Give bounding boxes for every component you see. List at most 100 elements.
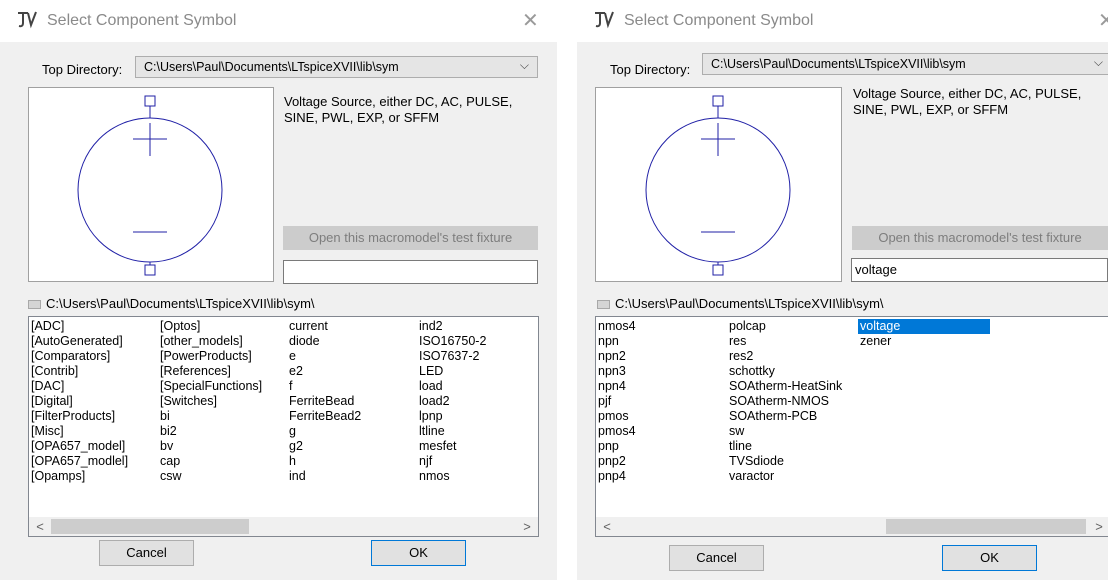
open-test-fixture-button[interactable]: Open this macromodel's test fixture bbox=[852, 226, 1108, 250]
list-item[interactable]: varactor bbox=[729, 469, 842, 484]
list-item[interactable]: bi2 bbox=[160, 424, 262, 439]
list-item[interactable]: [Comparators] bbox=[31, 349, 128, 364]
scrollbar-thumb[interactable] bbox=[51, 519, 249, 534]
list-item[interactable]: load bbox=[419, 379, 486, 394]
scroll-right-icon[interactable]: > bbox=[1090, 517, 1108, 536]
list-item[interactable]: [Contrib] bbox=[31, 364, 128, 379]
list-item[interactable]: schottky bbox=[729, 364, 842, 379]
list-item[interactable]: SOAtherm-NMOS bbox=[729, 394, 842, 409]
list-item[interactable]: load2 bbox=[419, 394, 486, 409]
list-item-selected[interactable]: voltage bbox=[858, 319, 990, 334]
chevron-down-icon[interactable]: ⌵ bbox=[520, 58, 529, 73]
cancel-button[interactable]: Cancel bbox=[99, 540, 194, 566]
list-item[interactable]: bi bbox=[160, 409, 262, 424]
list-item[interactable]: npn3 bbox=[598, 364, 636, 379]
symbol-search-input[interactable]: voltage bbox=[851, 258, 1108, 282]
ltspice-app-icon bbox=[18, 11, 37, 29]
list-item[interactable]: res2 bbox=[729, 349, 842, 364]
list-item[interactable]: TVSdiode bbox=[729, 454, 842, 469]
symbol-list[interactable]: [ADC] [AutoGenerated] [Comparators] [Con… bbox=[28, 316, 539, 537]
list-item[interactable]: [Switches] bbox=[160, 394, 262, 409]
list-item[interactable]: pmos bbox=[598, 409, 636, 424]
list-item[interactable]: [FilterProducts] bbox=[31, 409, 128, 424]
list-item[interactable]: e2 bbox=[289, 364, 361, 379]
list-item[interactable]: g2 bbox=[289, 439, 361, 454]
list-item[interactable]: pnp2 bbox=[598, 454, 636, 469]
list-item[interactable]: lpnp bbox=[419, 409, 486, 424]
list-item[interactable]: [OPA657_modlel] bbox=[31, 454, 128, 469]
window-title: Select Component Symbol bbox=[47, 12, 237, 29]
list-item[interactable]: g bbox=[289, 424, 361, 439]
scroll-left-icon[interactable]: < bbox=[598, 517, 616, 536]
ok-button[interactable]: OK bbox=[371, 540, 466, 566]
list-item[interactable]: nmos4 bbox=[598, 319, 636, 334]
list-item[interactable]: [DAC] bbox=[31, 379, 128, 394]
list-item[interactable]: nmos bbox=[419, 469, 486, 484]
list-item[interactable]: npn bbox=[598, 334, 636, 349]
list-item[interactable]: FerriteBead bbox=[289, 394, 361, 409]
close-icon[interactable]: ✕ bbox=[522, 8, 539, 33]
scroll-right-icon[interactable]: > bbox=[518, 517, 536, 536]
close-icon[interactable]: ✕ bbox=[1098, 8, 1108, 33]
symbol-list[interactable]: nmos4 npn npn2 npn3 npn4 pjf pmos pmos4 … bbox=[595, 316, 1108, 537]
list-item[interactable]: h bbox=[289, 454, 361, 469]
list-item[interactable]: ind bbox=[289, 469, 361, 484]
top-directory-value: C:\Users\Paul\Documents\LTspiceXVII\lib\… bbox=[144, 60, 399, 74]
list-item[interactable]: f bbox=[289, 379, 361, 394]
list-item[interactable]: pjf bbox=[598, 394, 636, 409]
list-item[interactable]: pnp4 bbox=[598, 469, 636, 484]
list-item[interactable]: [References] bbox=[160, 364, 262, 379]
list-item[interactable]: e bbox=[289, 349, 361, 364]
list-item[interactable]: polcap bbox=[729, 319, 842, 334]
scrollbar-thumb[interactable] bbox=[886, 519, 1086, 534]
list-item[interactable]: [Misc] bbox=[31, 424, 128, 439]
current-path-text: C:\Users\Paul\Documents\LTspiceXVII\lib\… bbox=[615, 296, 884, 311]
list-item[interactable]: [SpecialFunctions] bbox=[160, 379, 262, 394]
list-item[interactable]: npn2 bbox=[598, 349, 636, 364]
list-item[interactable]: current bbox=[289, 319, 361, 334]
list-item[interactable]: FerriteBead2 bbox=[289, 409, 361, 424]
list-item[interactable]: ind2 bbox=[419, 319, 486, 334]
list-item[interactable]: csw bbox=[160, 469, 262, 484]
list-item[interactable]: diode bbox=[289, 334, 361, 349]
scroll-left-icon[interactable]: < bbox=[31, 517, 49, 536]
list-item[interactable]: sw bbox=[729, 424, 842, 439]
list-item[interactable]: [other_models] bbox=[160, 334, 262, 349]
voltage-source-symbol bbox=[77, 95, 223, 276]
list-item[interactable]: [ADC] bbox=[31, 319, 128, 334]
list-item[interactable]: mesfet bbox=[419, 439, 486, 454]
list-item[interactable]: SOAtherm-PCB bbox=[729, 409, 842, 424]
open-test-fixture-button[interactable]: Open this macromodel's test fixture bbox=[283, 226, 538, 250]
list-item[interactable]: ISO7637-2 bbox=[419, 349, 486, 364]
symbol-search-input[interactable] bbox=[283, 260, 538, 284]
dialog-right: Select Component Symbol ✕ Top Directory:… bbox=[577, 0, 1108, 580]
list-item[interactable]: [Digital] bbox=[31, 394, 128, 409]
chevron-down-icon[interactable]: ⌵ bbox=[1094, 55, 1103, 70]
list-item[interactable]: npn4 bbox=[598, 379, 636, 394]
horizontal-scrollbar[interactable]: < > bbox=[596, 517, 1108, 536]
list-item[interactable]: bv bbox=[160, 439, 262, 454]
list-item[interactable]: [PowerProducts] bbox=[160, 349, 262, 364]
list-item[interactable]: [Opamps] bbox=[31, 469, 128, 484]
list-item[interactable]: [OPA657_model] bbox=[31, 439, 128, 454]
top-directory-dropdown[interactable]: C:\Users\Paul\Documents\LTspiceXVII\lib\… bbox=[135, 56, 538, 78]
list-item[interactable]: [AutoGenerated] bbox=[31, 334, 128, 349]
top-directory-dropdown[interactable]: C:\Users\Paul\Documents\LTspiceXVII\lib\… bbox=[702, 53, 1108, 75]
symbol-preview bbox=[28, 87, 274, 282]
list-item[interactable]: zener bbox=[858, 334, 990, 349]
ok-button[interactable]: OK bbox=[942, 545, 1037, 571]
list-item[interactable]: pnp bbox=[598, 439, 636, 454]
current-path: C:\Users\Paul\Documents\LTspiceXVII\lib\… bbox=[28, 296, 315, 311]
list-item[interactable]: ISO16750-2 bbox=[419, 334, 486, 349]
list-item[interactable]: tline bbox=[729, 439, 842, 454]
horizontal-scrollbar[interactable]: < > bbox=[29, 517, 538, 536]
list-item[interactable]: [Optos] bbox=[160, 319, 262, 334]
list-item[interactable]: cap bbox=[160, 454, 262, 469]
list-item[interactable]: SOAtherm-HeatSink bbox=[729, 379, 842, 394]
cancel-button[interactable]: Cancel bbox=[669, 545, 764, 571]
list-item[interactable]: pmos4 bbox=[598, 424, 636, 439]
list-item[interactable]: ltline bbox=[419, 424, 486, 439]
list-item[interactable]: LED bbox=[419, 364, 486, 379]
list-item[interactable]: res bbox=[729, 334, 842, 349]
list-item[interactable]: njf bbox=[419, 454, 486, 469]
